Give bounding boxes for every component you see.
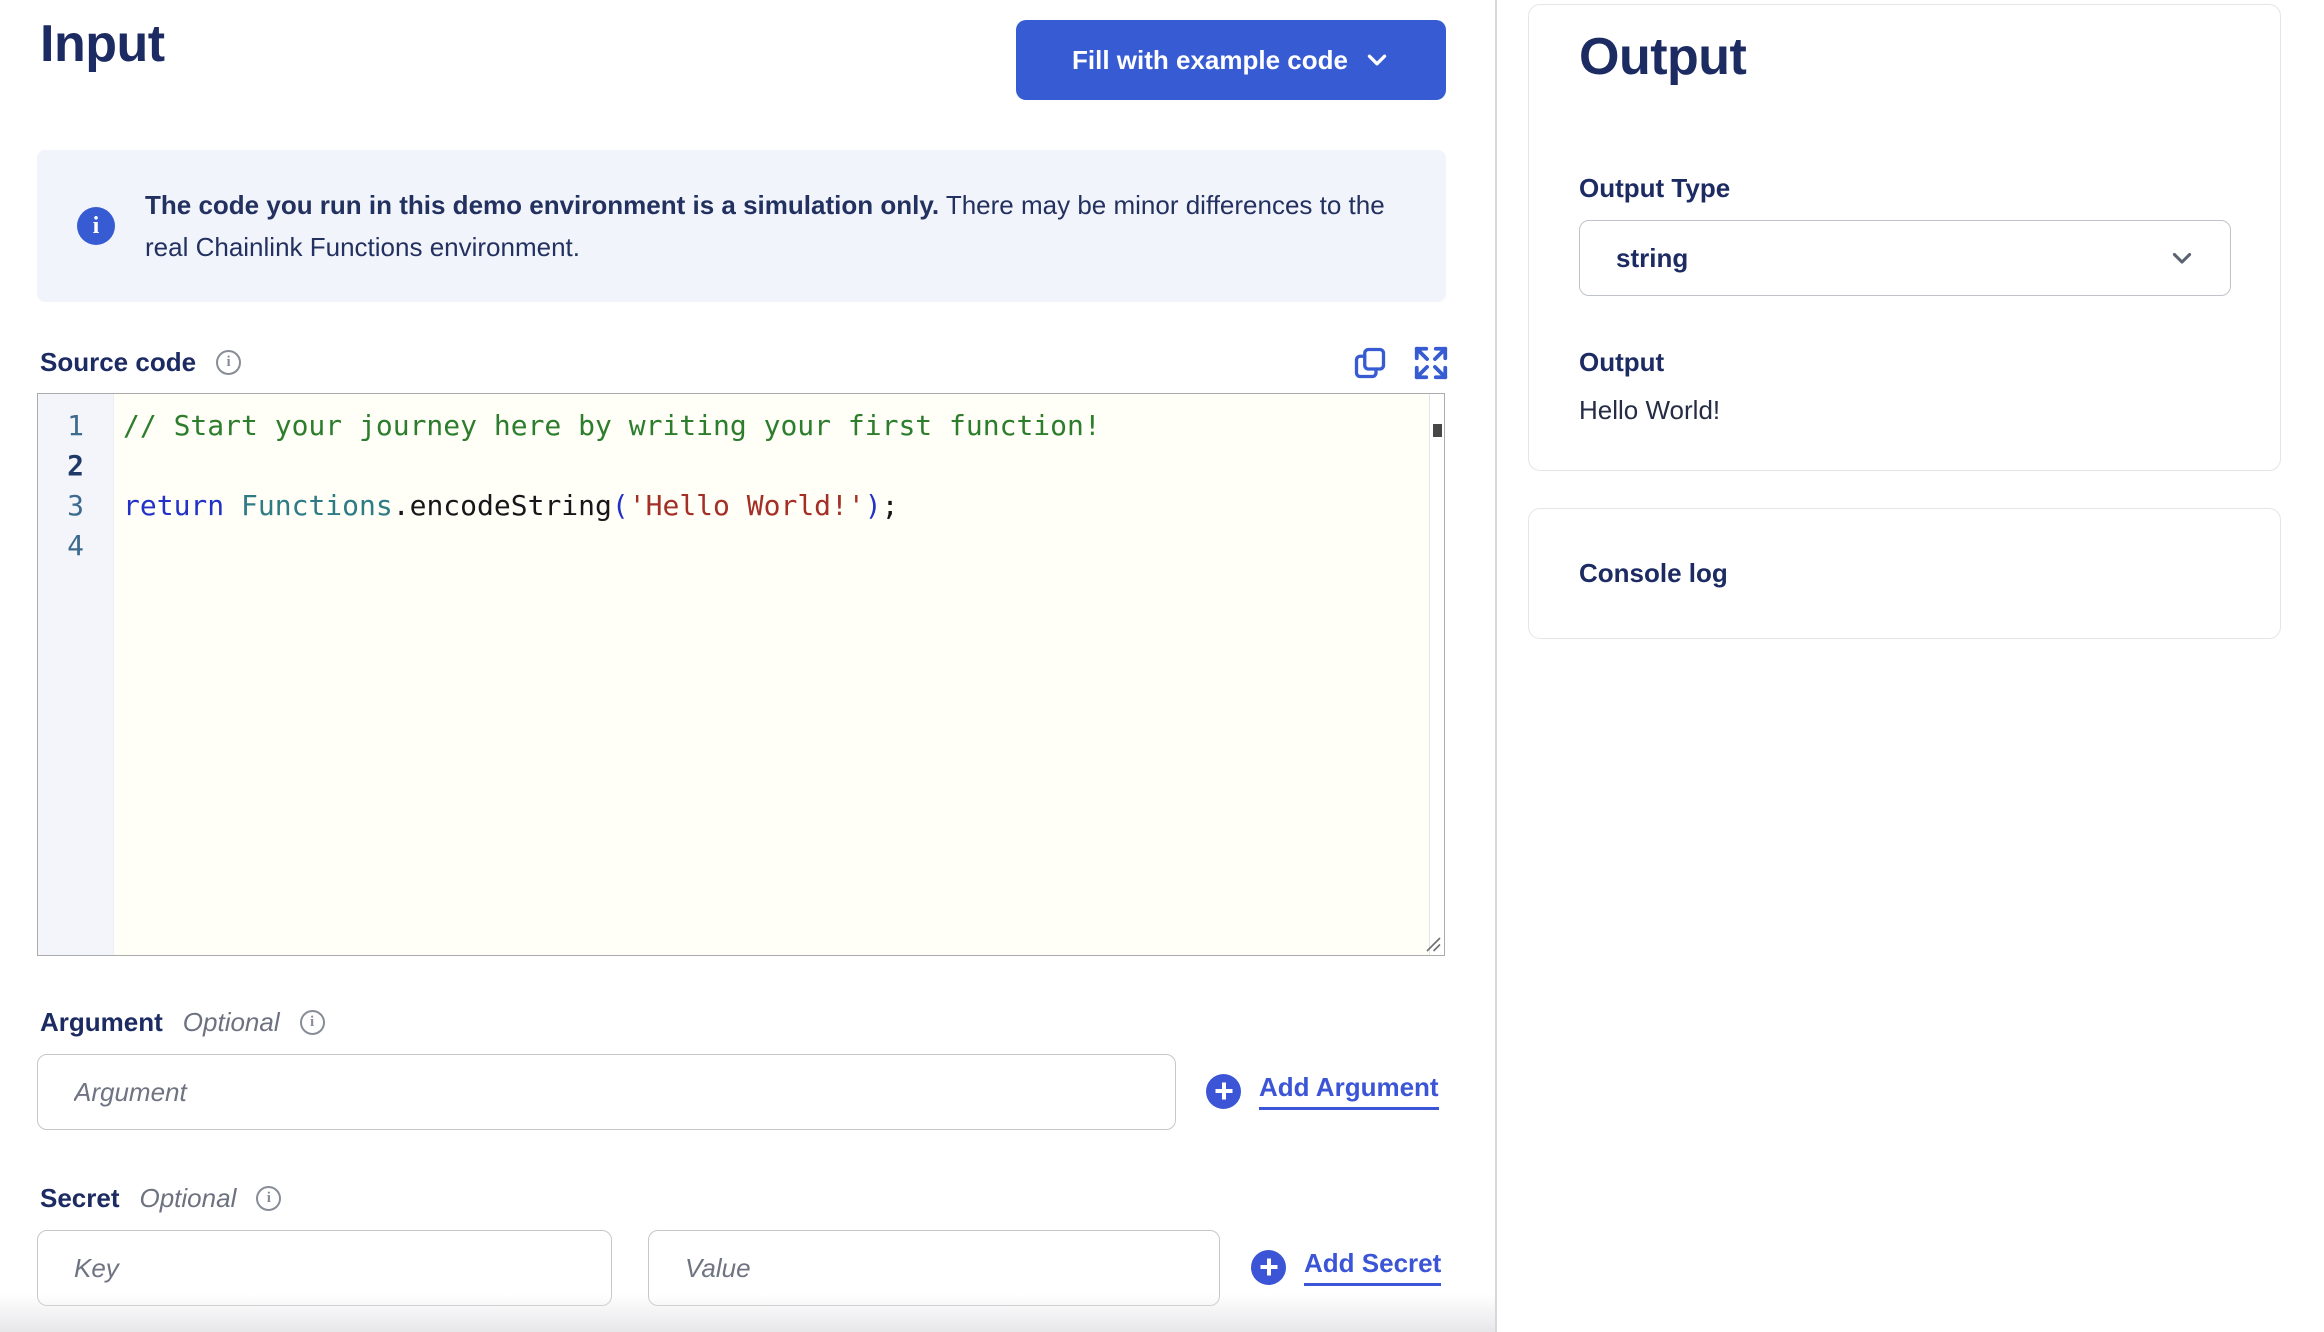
input-panel-title: Input xyxy=(40,15,165,73)
output-type-select[interactable]: string xyxy=(1579,220,2231,296)
source-code-editor[interactable]: 1 2 3 4 // Start your journey here by writi… xyxy=(37,393,1445,956)
console-log-label: Console log xyxy=(1579,558,1728,588)
code-line: // Start your journey here by writing yo… xyxy=(123,409,1101,442)
argument-optional-label: Optional xyxy=(182,1007,280,1037)
output-card: Output Output Type string Output Hello W… xyxy=(1528,4,2281,471)
output-label: Output xyxy=(1579,347,1665,377)
functions-playground: Input Fill with example code i The code … xyxy=(0,0,2324,1332)
output-panel-title: Output xyxy=(1579,28,1747,86)
plus-icon xyxy=(1206,1073,1241,1109)
expand-icon[interactable] xyxy=(1412,344,1450,382)
editor-scrollbar[interactable] xyxy=(1429,394,1444,955)
source-code-info-icon[interactable]: i xyxy=(216,350,242,375)
editor-toolbar xyxy=(1352,344,1450,382)
line-number: 2 xyxy=(67,449,84,482)
panel-divider xyxy=(1495,0,1497,1332)
line-number: 3 xyxy=(67,489,84,522)
output-type-label: Output Type xyxy=(1579,173,1731,203)
line-number: 1 xyxy=(67,409,84,442)
simulation-info-banner: i The code you run in this demo environm… xyxy=(37,150,1446,302)
panel-bottom-fade xyxy=(0,1294,1497,1332)
fill-button-label: Fill with example code xyxy=(1072,44,1348,75)
plus-icon xyxy=(1251,1249,1286,1285)
editor-scrollbar-thumb[interactable] xyxy=(1433,424,1442,437)
source-code-label: Source code xyxy=(40,347,197,377)
add-argument-button[interactable]: Add Argument xyxy=(1206,1072,1439,1110)
add-argument-link[interactable]: Add Argument xyxy=(1259,1072,1439,1110)
secret-optional-label: Optional xyxy=(139,1183,237,1213)
secret-label: Secret xyxy=(40,1183,120,1213)
editor-code: // Start your journey here by writing yo… xyxy=(114,394,1429,955)
console-log-card: Console log xyxy=(1528,508,2281,639)
resize-handle-icon[interactable] xyxy=(1424,935,1442,953)
argument-input[interactable] xyxy=(37,1054,1176,1130)
secret-info-icon[interactable]: i xyxy=(256,1186,282,1211)
banner-text: The code you run in this demo environmen… xyxy=(145,184,1406,268)
editor-gutter: 1 2 3 4 xyxy=(38,394,114,955)
add-secret-button[interactable]: Add Secret xyxy=(1251,1248,1442,1286)
output-type-selected-value: string xyxy=(1616,242,1689,273)
argument-label: Argument xyxy=(40,1007,163,1037)
info-icon: i xyxy=(77,207,115,245)
chevron-down-icon xyxy=(1367,54,1387,66)
banner-text-bold: The code you run in this demo environmen… xyxy=(145,190,940,220)
line-number: 4 xyxy=(67,529,84,562)
secret-label-row: Secret Optional i xyxy=(40,1183,282,1214)
add-secret-link[interactable]: Add Secret xyxy=(1304,1248,1442,1286)
code-line: return Functions.encodeString('Hello Wor… xyxy=(123,489,899,522)
argument-info-icon[interactable]: i xyxy=(299,1010,325,1035)
fill-with-example-code-button[interactable]: Fill with example code xyxy=(1016,20,1446,100)
output-value: Hello World! xyxy=(1579,395,1721,425)
copy-icon[interactable] xyxy=(1352,345,1388,381)
chevron-down-icon xyxy=(2172,252,2192,264)
source-code-label-row: Source code i xyxy=(40,347,242,378)
argument-label-row: Argument Optional i xyxy=(40,1007,325,1038)
